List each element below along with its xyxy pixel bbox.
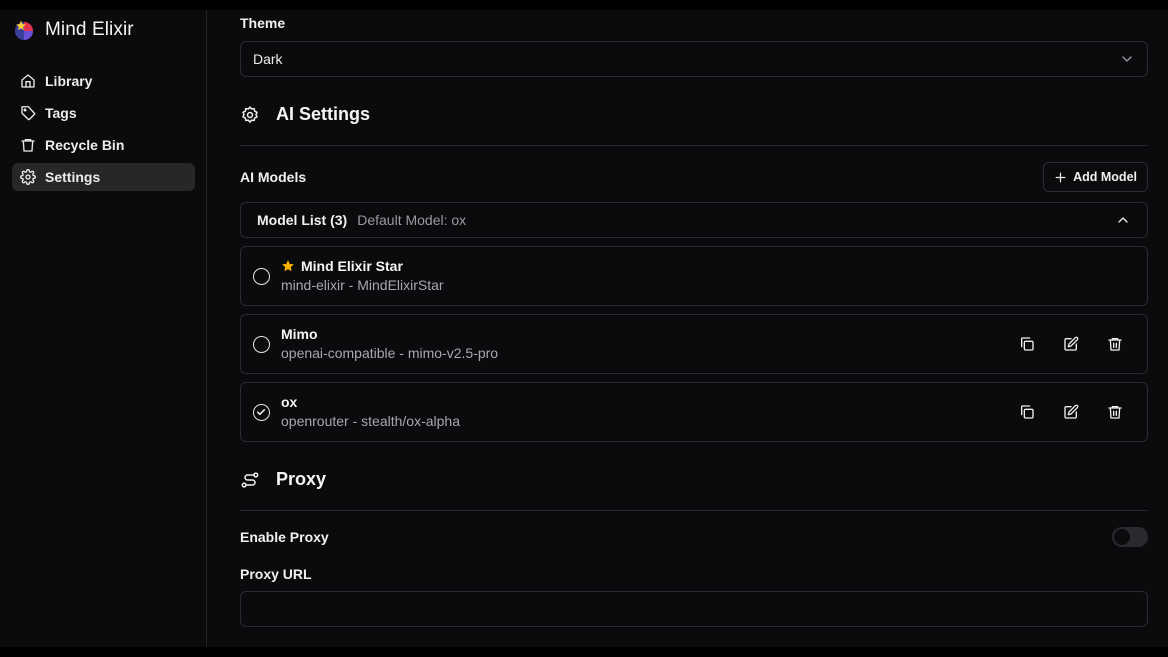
sidebar-nav: Library Tags Recycle Bin Settings (12, 67, 195, 195)
add-model-button[interactable]: Add Model (1043, 162, 1148, 192)
ai-settings-title: AI Settings (276, 104, 371, 124)
model-name: ox (281, 394, 298, 410)
sidebar-item-library[interactable]: Library (12, 67, 195, 95)
gear-icon (20, 169, 36, 185)
model-radio[interactable] (253, 268, 270, 285)
edit-icon (1064, 336, 1079, 351)
proxy-header: Proxy (240, 469, 1148, 490)
edit-icon (1064, 404, 1079, 419)
model-provider: openai-compatible - mimo-v2.5-pro (281, 345, 499, 361)
model-list-title: Model List (3) (257, 212, 348, 228)
delete-model-button[interactable] (1107, 336, 1123, 352)
sidebar: Mind Elixir Library Tags Recycle Bin Set… (0, 10, 207, 647)
duplicate-model-button[interactable] (1019, 336, 1035, 352)
toggle-knob (1114, 529, 1130, 545)
app-window: Mind Elixir Library Tags Recycle Bin Set… (0, 10, 1168, 647)
model-card-ox[interactable]: ox openrouter - stealth/ox-alpha (240, 382, 1148, 442)
model-name: Mimo (281, 326, 318, 342)
model-actions (1019, 336, 1123, 352)
proxy-url-label: Proxy URL (240, 566, 312, 582)
check-icon (256, 409, 266, 416)
brand[interactable]: Mind Elixir (13, 19, 134, 41)
section-divider (240, 145, 1148, 146)
ai-settings-icon (242, 105, 258, 123)
sidebar-item-label: Tags (45, 105, 77, 121)
default-model-text: Default Model: ox (357, 212, 467, 228)
model-name: Mind Elixir Star (301, 258, 403, 274)
route-icon (241, 471, 259, 488)
ai-models-row: AI Models Add Model (240, 162, 1148, 192)
proxy-url-input[interactable] (240, 591, 1148, 627)
model-list-accordion[interactable]: Model List (3) Default Model: ox (240, 202, 1148, 238)
sidebar-item-settings[interactable]: Settings (12, 163, 195, 191)
enable-proxy-label: Enable Proxy (240, 529, 329, 545)
enable-proxy-row: Enable Proxy (240, 527, 1148, 547)
sidebar-item-label: Library (45, 73, 93, 89)
section-divider (240, 510, 1148, 511)
trash-icon (1108, 338, 1122, 351)
chevron-down-icon (1122, 56, 1132, 62)
model-name-row: Mind Elixir Star (281, 258, 403, 274)
ai-models-label: AI Models (240, 169, 307, 185)
model-card-mimo[interactable]: Mimo openai-compatible - mimo-v2.5-pro (240, 314, 1148, 374)
trash-icon (1108, 406, 1122, 419)
theme-label: Theme (240, 15, 286, 31)
app-name: Mind Elixir (45, 19, 134, 40)
sidebar-item-label: Recycle Bin (45, 137, 125, 153)
sidebar-item-tags[interactable]: Tags (12, 99, 195, 127)
sidebar-item-label: Settings (45, 169, 101, 185)
mind-elixir-logo-icon (15, 20, 33, 40)
tag-icon (21, 106, 36, 121)
theme-select[interactable]: Dark (240, 41, 1148, 77)
model-provider: openrouter - stealth/ox-alpha (281, 413, 460, 429)
model-provider: mind-elixir - MindElixirStar (281, 277, 444, 293)
proxy-title: Proxy (276, 469, 327, 489)
copy-icon (1021, 405, 1034, 419)
sidebar-item-recycle-bin[interactable]: Recycle Bin (12, 131, 195, 159)
copy-icon (1021, 337, 1034, 351)
edit-model-button[interactable] (1063, 404, 1079, 420)
ai-settings-header: AI Settings (240, 104, 1148, 125)
edit-model-button[interactable] (1063, 336, 1079, 352)
theme-select-value: Dark (253, 51, 283, 67)
enable-proxy-toggle[interactable] (1112, 527, 1148, 547)
delete-model-button[interactable] (1107, 404, 1123, 420)
model-name-row: ox (281, 394, 297, 410)
model-radio-selected[interactable] (253, 404, 270, 421)
chevron-up-icon (1118, 217, 1128, 223)
duplicate-model-button[interactable] (1019, 404, 1035, 420)
trash-icon (21, 139, 35, 152)
add-model-label: Add Model (1073, 170, 1137, 184)
model-card-mind-elixir-star[interactable]: Mind Elixir Star mind-elixir - MindElixi… (240, 246, 1148, 306)
home-icon (21, 74, 35, 88)
model-radio[interactable] (253, 336, 270, 353)
model-name-row: Mimo (281, 326, 318, 342)
star-icon (282, 260, 294, 272)
model-actions (1019, 404, 1123, 420)
plus-icon (1055, 172, 1066, 182)
